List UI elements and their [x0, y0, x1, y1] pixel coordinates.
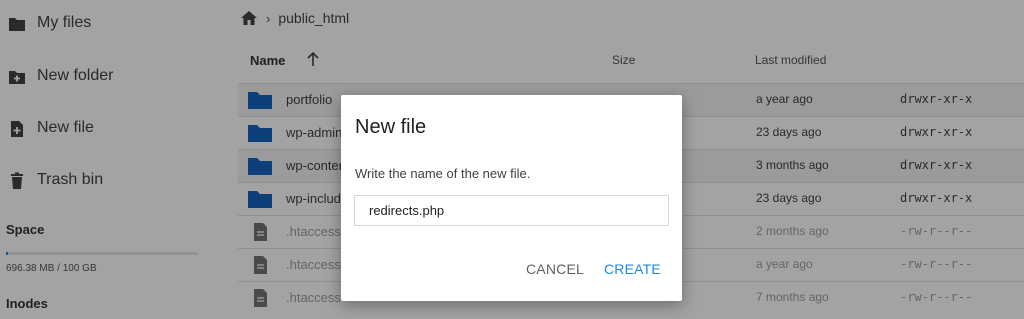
- create-button[interactable]: CREATE: [604, 258, 661, 280]
- new-file-dialog: New file Write the name of the new file.…: [341, 95, 682, 301]
- dialog-description: Write the name of the new file.: [355, 166, 531, 181]
- file-name-input[interactable]: [354, 195, 669, 226]
- dialog-title: New file: [355, 116, 427, 138]
- cancel-button[interactable]: CANCEL: [526, 258, 584, 280]
- file-manager-app: My files New folder New file Trash bin S…: [0, 0, 1024, 319]
